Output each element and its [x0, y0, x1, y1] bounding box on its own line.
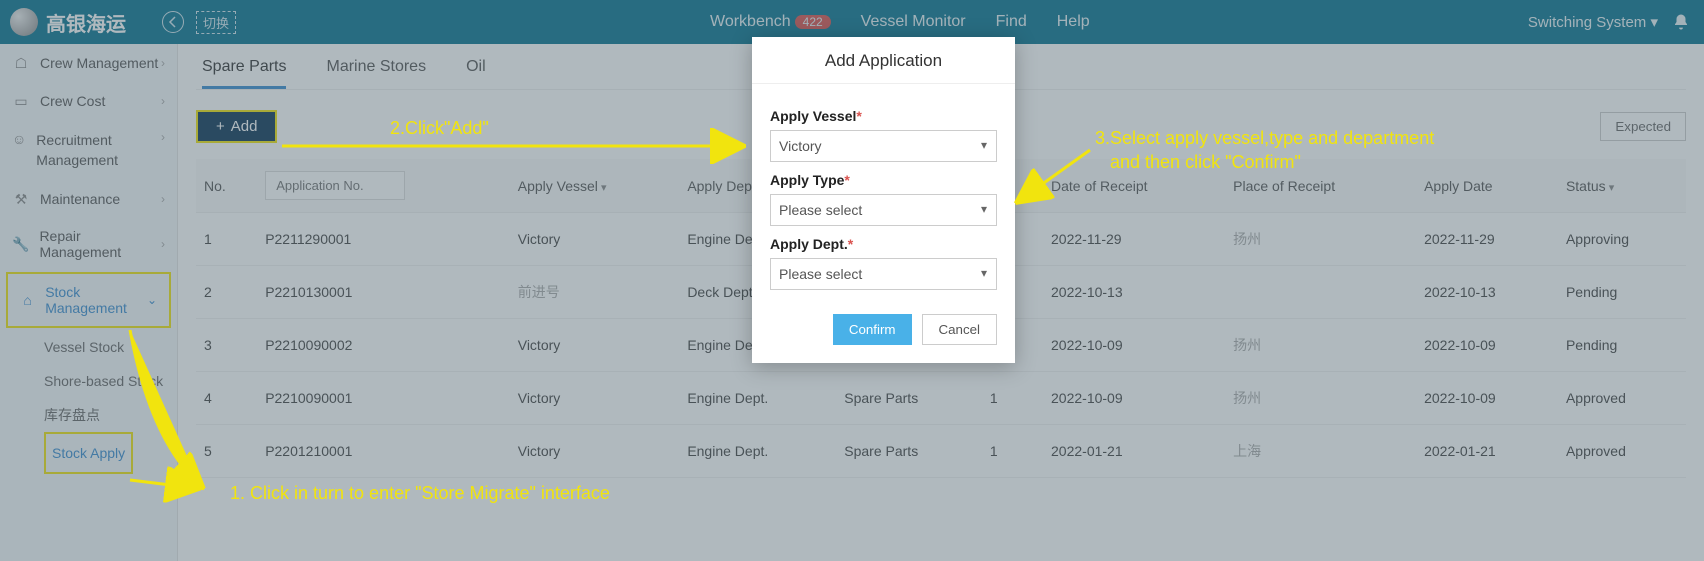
label-apply-type: Apply Type* [770, 172, 997, 188]
apply-type-select[interactable]: Please select [770, 194, 997, 226]
modal-title: Add Application [752, 37, 1015, 84]
cancel-button[interactable]: Cancel [922, 314, 998, 345]
label-apply-vessel: Apply Vessel* [770, 108, 997, 124]
label-apply-dept: Apply Dept.* [770, 236, 997, 252]
annotation-1: 1. Click in turn to enter "Store Migrate… [230, 483, 610, 504]
annotation-3: 3.Select apply vessel,type and departmen… [1095, 126, 1434, 174]
confirm-button[interactable]: Confirm [833, 314, 912, 345]
annotation-2: 2.Click"Add" [390, 118, 489, 139]
add-application-modal: Add Application Apply Vessel* Victory Ap… [752, 37, 1015, 363]
apply-vessel-select[interactable]: Victory [770, 130, 997, 162]
apply-dept-select[interactable]: Please select [770, 258, 997, 290]
